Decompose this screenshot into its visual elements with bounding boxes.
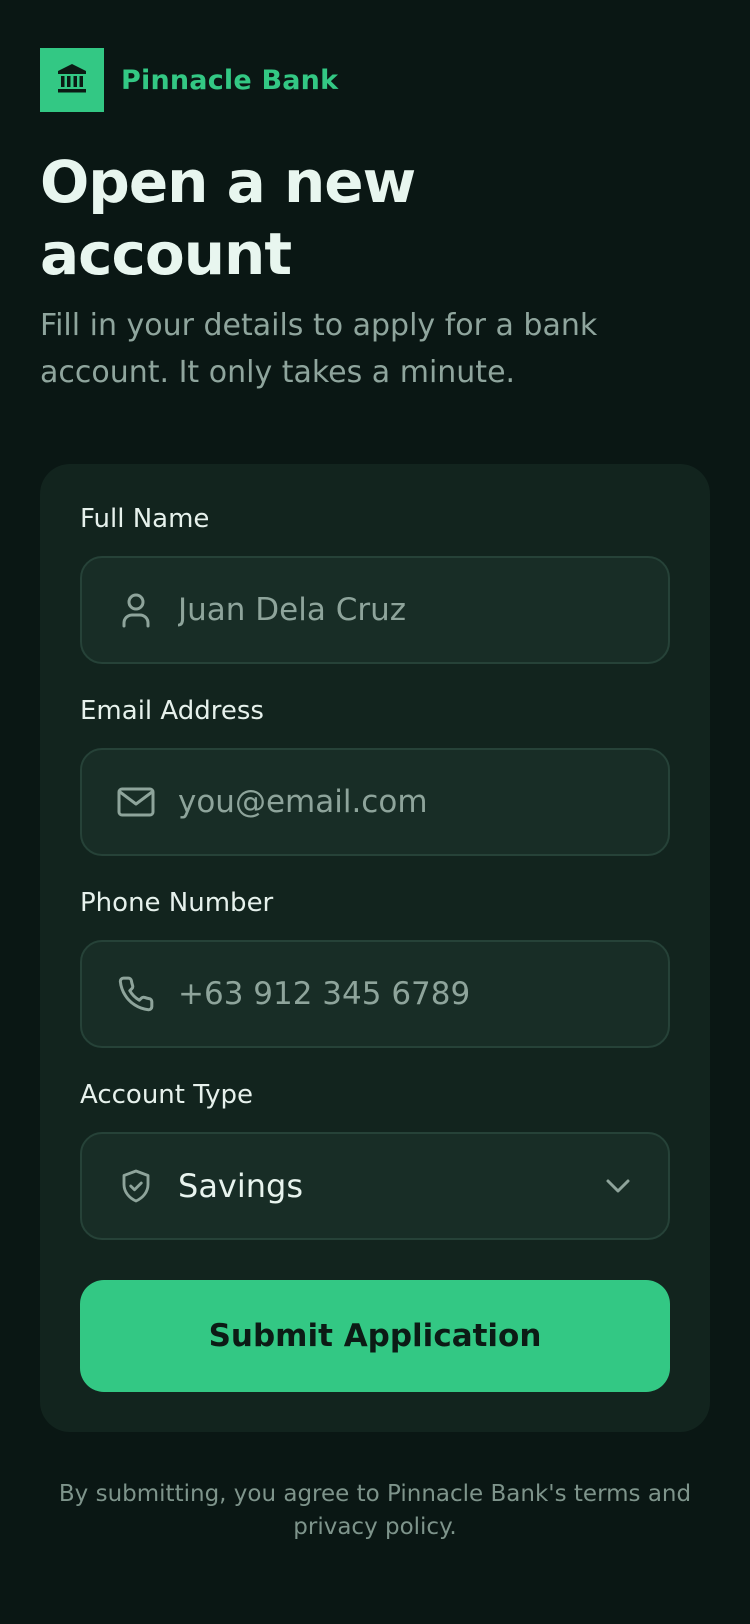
- full-name-field-wrapper[interactable]: [80, 556, 670, 664]
- phone-icon: [116, 974, 156, 1014]
- brand-header: Pinnacle Bank: [40, 48, 338, 112]
- application-form-card: Full Name Email Address Phone Number: [40, 464, 710, 1432]
- shield-check-icon: [116, 1166, 156, 1206]
- page-title: Open a new account: [40, 148, 416, 288]
- submit-application-button[interactable]: Submit Application: [80, 1280, 670, 1392]
- phone-input[interactable]: [178, 976, 618, 1012]
- email-input[interactable]: [178, 784, 618, 820]
- terms-note: By submitting, you agree to Pinnacle Ban…: [58, 1481, 692, 1540]
- page-subtitle: Fill in your details to apply for a bank…: [40, 308, 598, 390]
- bank-icon: [56, 62, 88, 98]
- user-icon: [116, 590, 156, 630]
- account-type-label: Account Type: [80, 1080, 253, 1110]
- email-label: Email Address: [80, 696, 264, 726]
- full-name-input[interactable]: [178, 592, 618, 628]
- brand-name: Pinnacle Bank: [121, 64, 339, 96]
- signup-page: Pinnacle Bank Open a new account Fill in…: [0, 0, 750, 1624]
- chevron-down-icon: [598, 1166, 638, 1206]
- mail-icon: [116, 782, 156, 822]
- bank-logo: [40, 48, 104, 112]
- account-type-value: Savings: [178, 1167, 304, 1205]
- phone-label: Phone Number: [80, 888, 274, 918]
- phone-field-wrapper[interactable]: [80, 940, 670, 1048]
- full-name-label: Full Name: [80, 504, 210, 534]
- account-type-select[interactable]: Savings: [80, 1132, 670, 1240]
- email-field-wrapper[interactable]: [80, 748, 670, 856]
